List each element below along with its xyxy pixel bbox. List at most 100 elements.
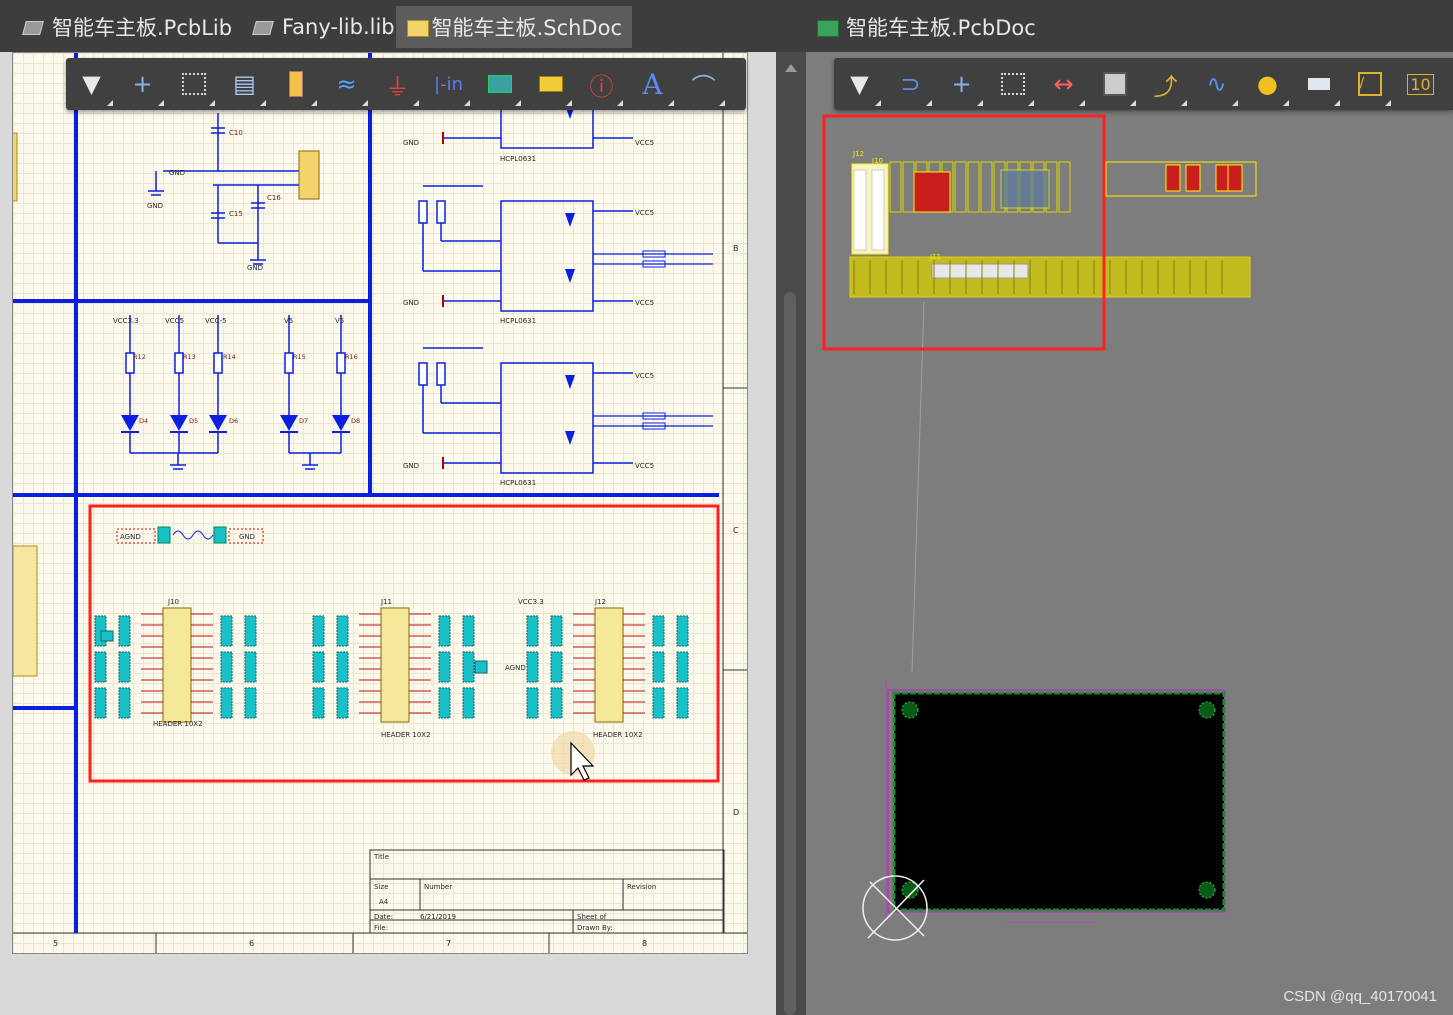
resistor-label: R14 — [223, 353, 236, 361]
diode-symbol — [565, 213, 575, 227]
diode-symbol — [565, 431, 575, 445]
tab-label: Fany-lib.lib — [282, 15, 395, 39]
schematic-sheet[interactable]: C10 C15 C16 GND GND GND VCC3.3 VCC5 VCC-… — [12, 52, 748, 954]
schematic-editor[interactable]: C10 C15 C16 GND GND GND VCC3.3 VCC5 VCC-… — [0, 52, 776, 1015]
led-symbol — [170, 415, 188, 431]
net-tag — [474, 660, 488, 674]
mouse-cursor-icon — [551, 731, 595, 781]
led-symbol — [121, 415, 139, 431]
led-indicator-block — [121, 315, 350, 470]
tab-schlib[interactable]: Fany-lib.lib — [242, 6, 405, 48]
connector-label: J12 — [594, 598, 606, 606]
net-tag — [676, 687, 689, 719]
pcb-editor[interactable]: ▼ ⊃ + ↔ ⤴ ∿ ● ∕ 10 J12 J10 J11 — [806, 52, 1453, 1015]
net-label: GND — [403, 462, 419, 470]
schdoc-icon — [406, 17, 429, 37]
net-tag — [550, 687, 563, 719]
agnd-link: AGND GND — [116, 526, 264, 544]
vertical-scrollbar[interactable] — [776, 52, 806, 1015]
header-body — [162, 607, 192, 723]
pcb-footprint — [871, 169, 885, 251]
text-icon[interactable]: A — [627, 58, 678, 110]
drawn-label: Drawn By: — [577, 924, 613, 932]
size-label: Size — [374, 883, 388, 891]
align-icon[interactable]: ▤ — [219, 58, 270, 110]
net-tag — [438, 687, 451, 719]
net-tag — [526, 687, 539, 719]
net-label-icon[interactable] — [525, 58, 576, 110]
mounting-hole-icon — [901, 701, 919, 719]
size-value: A4 — [379, 898, 389, 906]
cross-probe-icon[interactable]: + — [117, 58, 168, 110]
chip-label: HCPL0631 — [500, 317, 536, 325]
date-value: 6/21/2019 — [420, 913, 456, 921]
pcb-footprint — [1000, 169, 1050, 209]
net-tag — [652, 687, 665, 719]
resistor-label: R15 — [293, 353, 306, 361]
pcb-footprint — [913, 171, 951, 213]
pcb-footprint — [889, 161, 902, 213]
net-label: GND — [169, 169, 185, 177]
connector-label: J11 — [380, 598, 392, 606]
resistor-symbol — [436, 200, 446, 224]
net-tag — [526, 615, 539, 647]
net-label: GND — [403, 299, 419, 307]
led-label: D5 — [189, 417, 198, 425]
net-tag — [336, 687, 349, 719]
diode-symbol — [565, 269, 575, 283]
header-type-label: HEADER 10X2 — [381, 731, 431, 739]
header-body — [594, 607, 624, 723]
parameter-icon[interactable]: ⓘ — [576, 58, 627, 110]
resistor-symbol — [418, 200, 428, 224]
bus-icon[interactable]: ≈ — [321, 58, 372, 110]
net-tag — [652, 651, 665, 683]
bottom-ruler — [155, 933, 550, 953]
document-tab-bar: 智能车主板.PcbLib Fany-lib.lib 智能车主板.SchDoc 智… — [0, 0, 1453, 52]
file-label: File: — [374, 924, 388, 932]
net-tag — [550, 651, 563, 683]
select-rect-icon[interactable] — [168, 58, 219, 110]
power-label: VCC5 — [165, 317, 184, 325]
ground-icon[interactable]: ⏚ — [372, 58, 423, 110]
harness-icon[interactable] — [474, 58, 525, 110]
scroll-thumb[interactable] — [784, 292, 796, 1015]
net-tag — [312, 615, 325, 647]
power-label: VCC3.3 — [113, 317, 139, 325]
scroll-up-icon[interactable] — [785, 64, 797, 72]
pcb-designator: J10 — [871, 157, 883, 165]
filter-icon[interactable]: ▼ — [66, 58, 117, 110]
net-tag — [118, 687, 131, 719]
net-tag — [94, 687, 107, 719]
header-type-label: HEADER 10X2 — [153, 720, 203, 728]
tab-pcbdoc[interactable]: 智能车主板.PcbDoc — [806, 6, 1046, 48]
connector-fragment — [13, 132, 18, 202]
pcblib-icon — [22, 17, 44, 37]
tab-pcblib[interactable]: 智能车主板.PcbLib — [12, 6, 242, 48]
diode-symbol — [565, 375, 575, 389]
arc-icon[interactable]: ⌒ — [678, 58, 729, 110]
led-symbol — [209, 415, 227, 431]
net-tag — [100, 630, 114, 642]
ruler-label: 5 — [53, 939, 58, 948]
net-label: VCC5 — [635, 209, 654, 217]
led-label: D4 — [139, 417, 148, 425]
power-label: V5 — [284, 317, 293, 325]
component-icon[interactable] — [270, 58, 321, 110]
port-icon[interactable]: |-in — [423, 58, 474, 110]
net-tag — [220, 651, 233, 683]
optocoupler-symbol — [500, 200, 594, 312]
net-label: AGND — [120, 533, 141, 541]
pcb-footprint — [954, 161, 967, 213]
net-label: AGND — [505, 664, 526, 672]
net-label: VCC5 — [635, 139, 654, 147]
net-tag — [336, 615, 349, 647]
tab-schdoc[interactable]: 智能车主板.SchDoc — [396, 6, 632, 48]
mounting-hole-icon — [1198, 701, 1216, 719]
pcb-footprint — [1058, 161, 1071, 213]
pcb-board — [885, 682, 1226, 923]
connector-fragment — [13, 545, 38, 677]
pcb-footprint — [967, 161, 980, 213]
net-tag — [244, 651, 257, 683]
chip-label: HCPL0631 — [500, 479, 536, 487]
ruler-label: 7 — [446, 939, 451, 948]
